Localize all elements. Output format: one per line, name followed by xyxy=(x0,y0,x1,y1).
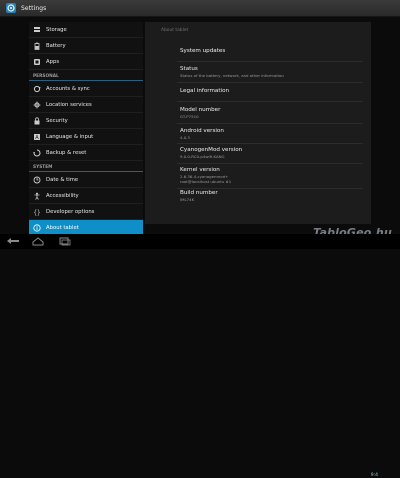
model-number-item: Model number GT-P7510 xyxy=(180,107,220,119)
sidebar-item-label: Apps xyxy=(46,58,60,65)
item-title: Legal information xyxy=(180,88,230,94)
sidebar-item-storage[interactable]: Storage xyxy=(29,22,143,38)
svg-text:{}: {} xyxy=(33,209,40,216)
item-title: Kernel version xyxy=(180,167,220,173)
back-icon[interactable] xyxy=(6,237,20,246)
item-title: Android version xyxy=(180,128,224,134)
language-icon: A xyxy=(34,133,40,141)
item-title: Build number xyxy=(180,190,218,196)
lock-icon xyxy=(34,116,40,124)
settings-gear-icon[interactable] xyxy=(5,2,17,14)
svg-text:A: A xyxy=(35,135,39,141)
divider xyxy=(177,163,363,164)
clock-readout: 9:4 xyxy=(370,473,378,478)
sidebar-item-label: Battery xyxy=(46,42,66,49)
status-item[interactable]: Status Status of the battery, network, a… xyxy=(180,66,284,78)
divider xyxy=(177,101,363,102)
system-updates-item[interactable]: System updates xyxy=(180,48,225,54)
developer-braces-icon: {} xyxy=(33,209,40,216)
sidebar-item-label: Language & input xyxy=(46,133,94,140)
about-tablet-pane: About tablet System updates Status Statu… xyxy=(145,22,371,224)
section-header-personal: PERSONAL xyxy=(29,70,143,81)
sidebar-item-security[interactable]: Security xyxy=(29,113,143,129)
sidebar-item-location[interactable]: Location services xyxy=(29,97,143,113)
item-value: 4.0.3 xyxy=(180,135,190,140)
location-icon xyxy=(33,101,41,108)
app-title: Settings xyxy=(21,4,47,12)
divider xyxy=(177,82,363,83)
sidebar-item-label: Date & time xyxy=(46,176,79,183)
sync-icon xyxy=(33,85,41,92)
accessibility-icon xyxy=(34,192,40,200)
sidebar-item-accounts-sync[interactable]: Accounts & sync xyxy=(29,81,143,97)
item-summary: Status of the battery, network, and othe… xyxy=(180,73,284,78)
divider xyxy=(177,123,363,124)
sidebar-item-language[interactable]: A Language & input xyxy=(29,129,143,145)
build-number-item[interactable]: Build number IML74K xyxy=(180,190,218,202)
info-icon xyxy=(33,223,41,232)
navigation-bar: 9:4 xyxy=(0,234,400,478)
sidebar-item-label: Accessibility xyxy=(46,192,79,199)
clock-icon xyxy=(33,176,41,183)
sidebar-item-label: About tablet xyxy=(46,224,79,231)
sidebar-item-date-time[interactable]: Date & time xyxy=(29,172,143,188)
item-title: CyanogenMod version xyxy=(180,147,243,153)
divider xyxy=(177,188,363,189)
divider xyxy=(177,143,363,144)
recent-apps-icon[interactable] xyxy=(57,237,71,246)
divider xyxy=(177,61,363,62)
cyanogenmod-version-item: CyanogenMod version 9.0.0-RC0-p4wifi-KAN… xyxy=(180,147,242,159)
sidebar-item-label: Location services xyxy=(46,101,92,108)
sidebar-item-developer-options[interactable]: {} Developer options xyxy=(29,204,143,220)
item-value: IML74K xyxy=(180,197,195,202)
battery-icon xyxy=(34,42,40,50)
sidebar-item-battery[interactable]: Battery xyxy=(29,38,143,54)
sidebar-item-label: Security xyxy=(46,117,68,124)
action-bar: Settings xyxy=(0,0,400,17)
item-title: Model number xyxy=(180,107,221,113)
sidebar-item-label: Backup & reset xyxy=(46,149,87,156)
storage-icon xyxy=(34,26,40,32)
item-value: GT-P7510 xyxy=(180,114,199,119)
backup-icon xyxy=(33,149,41,156)
section-header-system: SYSTEM xyxy=(29,161,143,172)
sidebar-item-backup[interactable]: Backup & reset xyxy=(29,145,143,161)
item-title: System updates xyxy=(180,48,226,54)
item-title: Status xyxy=(180,66,198,72)
settings-sidebar: Storage Battery Apps PERSONAL Accounts &… xyxy=(29,22,143,236)
legal-information-item[interactable]: Legal information xyxy=(180,88,229,94)
android-version-item[interactable]: Android version 4.0.3 xyxy=(180,128,224,140)
sidebar-item-label: Storage xyxy=(46,26,67,33)
item-value: 9.0.0-RC0-p4wifi-KANG xyxy=(180,154,225,159)
sidebar-item-label: Accounts & sync xyxy=(46,85,90,92)
sidebar-item-accessibility[interactable]: Accessibility xyxy=(29,188,143,204)
item-value: 2.6.36.4-cyanogenmod+ root@localhost ubu… xyxy=(180,174,232,184)
pane-header: About tablet xyxy=(161,28,189,33)
apps-icon xyxy=(34,58,40,65)
kernel-version-item: Kernel version 2.6.36.4-cyanogenmod+ roo… xyxy=(180,167,231,184)
sidebar-item-apps[interactable]: Apps xyxy=(29,54,143,70)
sidebar-item-label: Developer options xyxy=(46,208,95,215)
home-icon[interactable] xyxy=(31,237,45,246)
